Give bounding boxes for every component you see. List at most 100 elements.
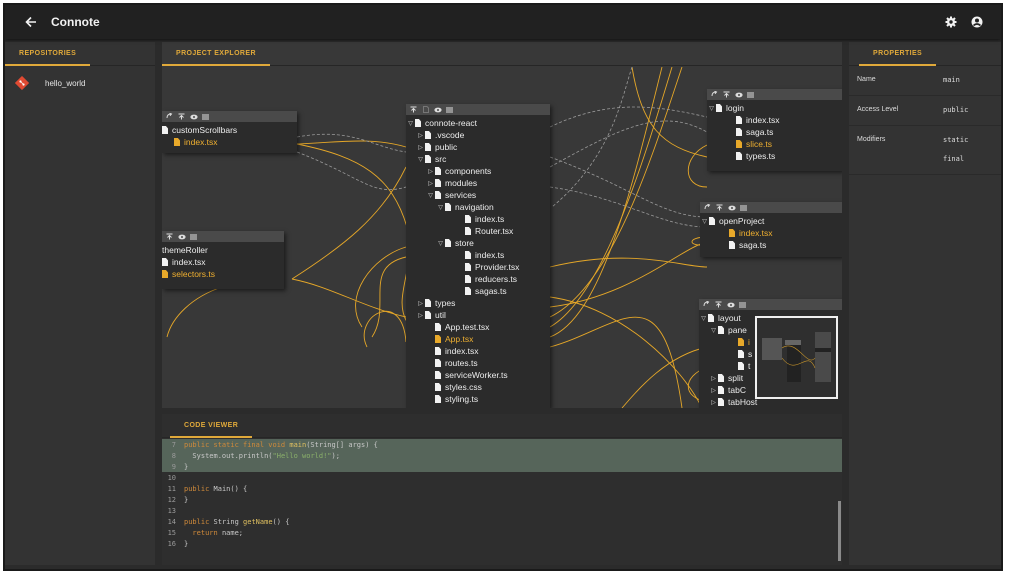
tree-row[interactable]: Router.tsx — [406, 225, 550, 237]
tab-properties[interactable]: PROPERTIES — [859, 42, 937, 66]
collapsed-arrow-icon[interactable]: ▷ — [426, 180, 435, 187]
tree-row[interactable]: index.ts — [406, 213, 550, 225]
tree-row[interactable]: ▷ util — [406, 309, 550, 321]
expanded-arrow-icon[interactable]: ▽ — [436, 204, 445, 211]
tree-row[interactable]: serviceWorker.ts — [406, 369, 550, 381]
list-icon[interactable] — [746, 90, 755, 99]
dependency-graph-canvas[interactable]: customScrollbars index.tsx themeRoller i… — [162, 67, 842, 408]
collapse-all-icon[interactable] — [177, 112, 186, 121]
tree-row[interactable]: ▽ login — [707, 102, 842, 114]
node-theme-roller[interactable]: themeRoller index.tsx selectors.ts — [162, 231, 284, 289]
collapse-all-icon[interactable] — [409, 105, 418, 114]
tree-row[interactable]: saga.ts — [707, 126, 842, 138]
folder-icon — [415, 119, 421, 127]
tree-row[interactable]: themeRoller — [162, 244, 284, 256]
eye-icon[interactable] — [726, 300, 735, 309]
eye-icon[interactable] — [433, 105, 442, 114]
code-scrollbar[interactable] — [838, 501, 841, 561]
collapsed-arrow-icon[interactable]: ▷ — [416, 132, 425, 139]
file-icon[interactable] — [421, 105, 430, 114]
tree-row[interactable]: ▽ navigation — [406, 201, 550, 213]
expanded-arrow-icon[interactable]: ▽ — [406, 120, 415, 127]
list-icon[interactable] — [445, 105, 454, 114]
list-icon[interactable] — [189, 232, 198, 241]
tree-row[interactable]: routes.ts — [406, 357, 550, 369]
expanded-arrow-icon[interactable]: ▽ — [700, 218, 709, 225]
collapsed-arrow-icon[interactable]: ▷ — [416, 300, 425, 307]
tree-row[interactable]: styling.ts — [406, 393, 550, 405]
tree-row[interactable]: index.tsx — [406, 345, 550, 357]
back-button[interactable] — [13, 5, 49, 39]
line-number: 15 — [167, 528, 176, 537]
open-icon[interactable] — [710, 90, 719, 99]
tree-row[interactable]: ▽ openProject — [700, 215, 842, 227]
tree-row[interactable]: index.tsx — [700, 227, 842, 239]
tree-row[interactable]: index.tsx — [707, 114, 842, 126]
expanded-arrow-icon[interactable]: ▽ — [416, 156, 425, 163]
tree-row[interactable]: index.tsx — [162, 256, 284, 268]
collapsed-arrow-icon[interactable]: ▷ — [709, 387, 718, 394]
open-icon[interactable] — [702, 300, 711, 309]
expanded-arrow-icon[interactable]: ▽ — [426, 192, 435, 199]
tree-row[interactable]: ▷ types — [406, 297, 550, 309]
collapse-all-icon[interactable] — [715, 203, 724, 212]
list-icon[interactable] — [738, 300, 747, 309]
tree-row[interactable]: styles.css — [406, 381, 550, 393]
tree-row[interactable]: ▽ store — [406, 237, 550, 249]
tree-row[interactable]: ▷ public — [406, 141, 550, 153]
code-editor[interactable]: 7 public static final void main(String[] … — [162, 439, 842, 565]
tree-row[interactable]: index.tsx — [162, 136, 297, 148]
tree-row[interactable]: ▷ .vscode — [406, 129, 550, 141]
collapsed-arrow-icon[interactable]: ▷ — [416, 312, 425, 319]
tree-row[interactable]: index.ts — [406, 249, 550, 261]
open-icon[interactable] — [165, 112, 174, 121]
tree-row[interactable]: types.ts — [707, 150, 842, 162]
eye-icon[interactable] — [189, 112, 198, 121]
tree-row[interactable]: customScrollbars — [162, 124, 297, 136]
collapsed-arrow-icon[interactable]: ▷ — [709, 399, 718, 406]
expanded-arrow-icon[interactable]: ▽ — [436, 240, 445, 247]
tree-row[interactable]: sagas.ts — [406, 285, 550, 297]
tree-label: index.tsx — [184, 137, 218, 147]
list-icon[interactable] — [739, 203, 748, 212]
collapse-all-icon[interactable] — [714, 300, 723, 309]
tree-label: connote-react — [425, 118, 477, 128]
tree-row[interactable]: reducers.ts — [406, 273, 550, 285]
collapsed-arrow-icon[interactable]: ▷ — [426, 168, 435, 175]
expanded-arrow-icon[interactable]: ▽ — [709, 327, 718, 334]
collapsed-arrow-icon[interactable]: ▷ — [416, 144, 425, 151]
eye-icon[interactable] — [734, 90, 743, 99]
node-custom-scrollbars[interactable]: customScrollbars index.tsx — [162, 111, 297, 153]
tree-row[interactable]: App.tsx — [406, 333, 550, 345]
open-icon[interactable] — [703, 203, 712, 212]
tab-repositories[interactable]: REPOSITORIES — [5, 42, 91, 66]
expanded-arrow-icon[interactable]: ▽ — [699, 315, 708, 322]
account-button[interactable] — [969, 14, 985, 30]
tree-row[interactable]: App.test.tsx — [406, 321, 550, 333]
collapse-all-icon[interactable] — [722, 90, 731, 99]
tree-row[interactable]: ▷ modules — [406, 177, 550, 189]
tree-row[interactable]: ▽ services — [406, 189, 550, 201]
eye-icon[interactable] — [727, 203, 736, 212]
code-viewer-panel: CODE VIEWER 7 public static final void ma… — [162, 414, 842, 565]
collapse-all-icon[interactable] — [165, 232, 174, 241]
tree-row[interactable]: selectors.ts — [162, 268, 284, 280]
node-open-project[interactable]: ▽ openProject index.tsx saga.ts — [700, 202, 842, 257]
settings-button[interactable] — [943, 14, 959, 30]
tree-row[interactable]: saga.ts — [700, 239, 842, 251]
repo-item-hello-world[interactable]: hello_world — [5, 70, 155, 96]
graph-minimap[interactable] — [755, 316, 838, 399]
tab-project-explorer[interactable]: PROJECT EXPLORER — [162, 42, 270, 66]
node-login[interactable]: ▽ login index.tsx saga.ts slice.ts types.ts — [707, 89, 842, 171]
list-icon[interactable] — [201, 112, 210, 121]
collapsed-arrow-icon[interactable]: ▷ — [709, 375, 718, 382]
expanded-arrow-icon[interactable]: ▽ — [707, 105, 716, 112]
eye-icon[interactable] — [177, 232, 186, 241]
tree-row[interactable]: ▽ src — [406, 153, 550, 165]
tree-row[interactable]: Provider.tsx — [406, 261, 550, 273]
tree-row[interactable]: ▽ connote-react — [406, 117, 550, 129]
node-connote-react[interactable]: ▽ connote-react ▷ .vscode ▷ public ▽ src ▷ compon… — [406, 104, 550, 408]
tree-row[interactable]: slice.ts — [707, 138, 842, 150]
tree-row[interactable]: ▷ components — [406, 165, 550, 177]
tab-code-viewer[interactable]: CODE VIEWER — [170, 414, 253, 438]
